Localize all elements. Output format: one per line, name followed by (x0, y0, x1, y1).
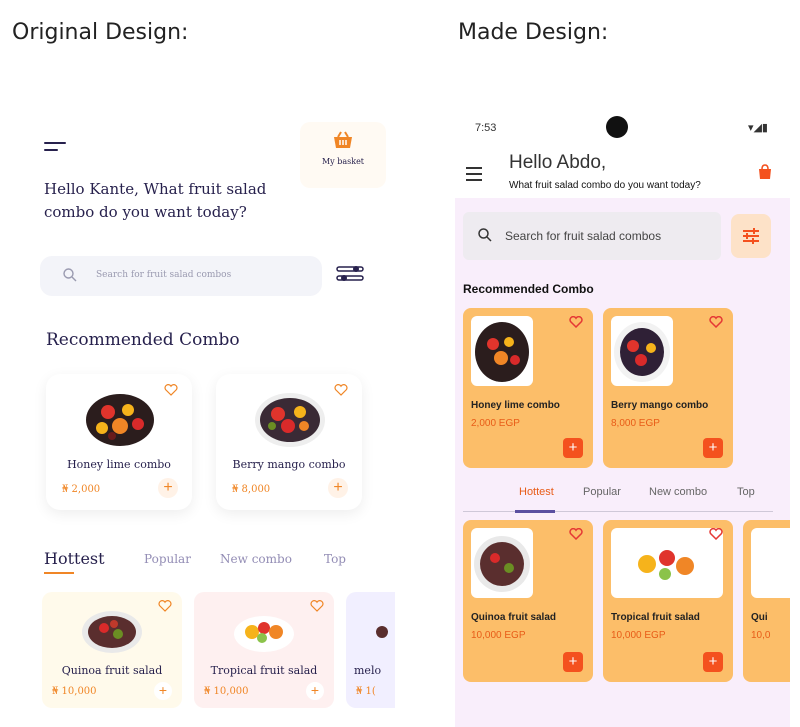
camera-cutout (606, 116, 628, 138)
heart-icon[interactable] (164, 384, 178, 396)
made-design-heading: Made Design: (458, 20, 609, 45)
salad-price: 10,000 EGP (471, 630, 526, 641)
search-icon (478, 228, 492, 242)
add-to-cart-button[interactable]: + (563, 438, 583, 458)
search-icon (63, 268, 77, 282)
combo-name: Berry mango combo (611, 400, 709, 411)
greeting-title: Hello Abdo, (509, 152, 607, 173)
hottest-card[interactable]: Qui 10,0 (743, 520, 790, 682)
tab-new-combo[interactable]: New combo (220, 552, 292, 566)
recommended-card[interactable]: Honey lime combo ₦ 2,000 + (46, 374, 192, 510)
heart-icon[interactable] (569, 316, 583, 328)
combo-price: 2,000 EGP (471, 418, 520, 429)
salad-price: 10,000 EGP (611, 630, 666, 641)
recommended-card[interactable]: Honey lime combo 2,000 EGP + (463, 308, 593, 468)
tab-popular[interactable]: Popular (583, 486, 621, 498)
fruit-salad-image (751, 528, 790, 598)
heart-icon[interactable] (569, 528, 583, 540)
basket-icon (334, 131, 352, 148)
tab-new-combo[interactable]: New combo (649, 486, 707, 498)
hottest-card[interactable]: melo ₦ 1( (346, 592, 395, 708)
heart-icon[interactable] (158, 600, 172, 612)
hottest-card[interactable]: Quinoa fruit salad 10,000 EGP + (463, 520, 593, 682)
combo-name: Honey lime combo (471, 400, 560, 411)
menu-icon[interactable] (44, 142, 68, 154)
menu-icon[interactable] (466, 167, 482, 185)
fruit-salad-image (234, 616, 294, 652)
combo-price: 8,000 EGP (611, 418, 660, 429)
greeting-subtitle: What fruit salad combo do you want today… (509, 180, 701, 191)
add-to-cart-button[interactable]: + (328, 478, 348, 498)
salad-name: Quinoa fruit salad (61, 664, 163, 677)
recommended-card[interactable]: Berry mango combo 8,000 EGP + (603, 308, 733, 468)
recommended-title: Recommended Combo (46, 330, 240, 350)
filter-icon (743, 228, 759, 244)
add-to-cart-button[interactable]: + (306, 682, 324, 700)
combo-name: Honey lime combo (67, 458, 171, 471)
status-bar: 7:53 ▾◢▮ (455, 110, 790, 148)
fruit-salad-image (611, 528, 723, 598)
salad-name: melo (354, 664, 382, 677)
hottest-card[interactable]: Quinoa fruit salad ₦ 10,000 + (42, 592, 182, 708)
search-input[interactable]: Search for fruit salad combos (463, 212, 721, 260)
basket-button[interactable]: My basket (300, 122, 386, 188)
salad-name: Qui (751, 612, 768, 623)
tab-popular[interactable]: Popular (144, 552, 191, 566)
hottest-card[interactable]: Tropical fruit salad 10,000 EGP + (603, 520, 733, 682)
add-to-cart-button[interactable]: + (563, 652, 583, 672)
heart-icon[interactable] (334, 384, 348, 396)
heart-icon[interactable] (310, 600, 324, 612)
category-tabs: Hottest Popular New combo Top (455, 482, 790, 513)
salad-name: Tropical fruit salad (210, 664, 318, 677)
tab-top[interactable]: Top (737, 486, 755, 498)
fruit-salad-image (376, 626, 388, 638)
heart-icon[interactable] (709, 316, 723, 328)
original-design-screen: My basket Hello Kante, What fruit salad … (10, 90, 395, 727)
made-design-screen: 7:53 ▾◢▮ Hello Abdo, What fruit salad co… (455, 110, 790, 727)
tabs-divider (463, 511, 773, 512)
salad-name: Quinoa fruit salad (471, 612, 557, 623)
salad-name: Tropical fruit salad (611, 612, 700, 623)
salad-price: ₦ 10,000 (204, 686, 249, 697)
active-tab-indicator (515, 510, 555, 513)
tab-hottest[interactable]: Hottest (44, 549, 105, 568)
filter-icon[interactable] (336, 264, 364, 284)
salad-price: ₦ 1( (356, 686, 376, 697)
salad-price: 10,0 (751, 630, 771, 641)
add-to-cart-button[interactable]: + (703, 438, 723, 458)
original-design-heading: Original Design: (12, 20, 189, 45)
fruit-salad-image (471, 528, 533, 598)
fruit-salad-image (86, 394, 154, 446)
greeting-text: Hello Kante, What fruit salad combo do y… (44, 180, 267, 221)
add-to-cart-button[interactable]: + (154, 682, 172, 700)
search-input[interactable]: Search for fruit salad combos (40, 256, 322, 296)
recommended-title: Recommended Combo (463, 282, 594, 296)
fruit-salad-image (255, 393, 325, 447)
filter-button[interactable] (731, 214, 771, 258)
fruit-salad-image (611, 316, 673, 386)
fruit-salad-image (471, 316, 533, 386)
status-time: 7:53 (475, 122, 497, 134)
signal-battery-icon: ▾◢▮ (747, 122, 768, 134)
salad-price: ₦ 10,000 (52, 686, 97, 697)
tab-top[interactable]: Top (324, 552, 346, 566)
add-to-cart-button[interactable]: + (703, 652, 723, 672)
heart-icon[interactable] (709, 528, 723, 540)
combo-price: ₦ 2,000 (62, 484, 101, 495)
tab-hottest[interactable]: Hottest (519, 486, 554, 498)
search-placeholder: Search for fruit salad combos (96, 270, 232, 280)
hottest-card[interactable]: Tropical fruit salad ₦ 10,000 + (194, 592, 334, 708)
basket-label: My basket (321, 157, 365, 166)
search-placeholder: Search for fruit salad combos (505, 229, 662, 243)
shopping-bag-icon[interactable] (758, 164, 772, 180)
fruit-salad-image (82, 611, 142, 653)
combo-name: Berry mango combo (232, 458, 346, 471)
active-tab-indicator (44, 572, 74, 574)
combo-price: ₦ 8,000 (232, 484, 271, 495)
add-to-cart-button[interactable]: + (158, 478, 178, 498)
recommended-card[interactable]: Berry mango combo ₦ 8,000 + (216, 374, 362, 510)
